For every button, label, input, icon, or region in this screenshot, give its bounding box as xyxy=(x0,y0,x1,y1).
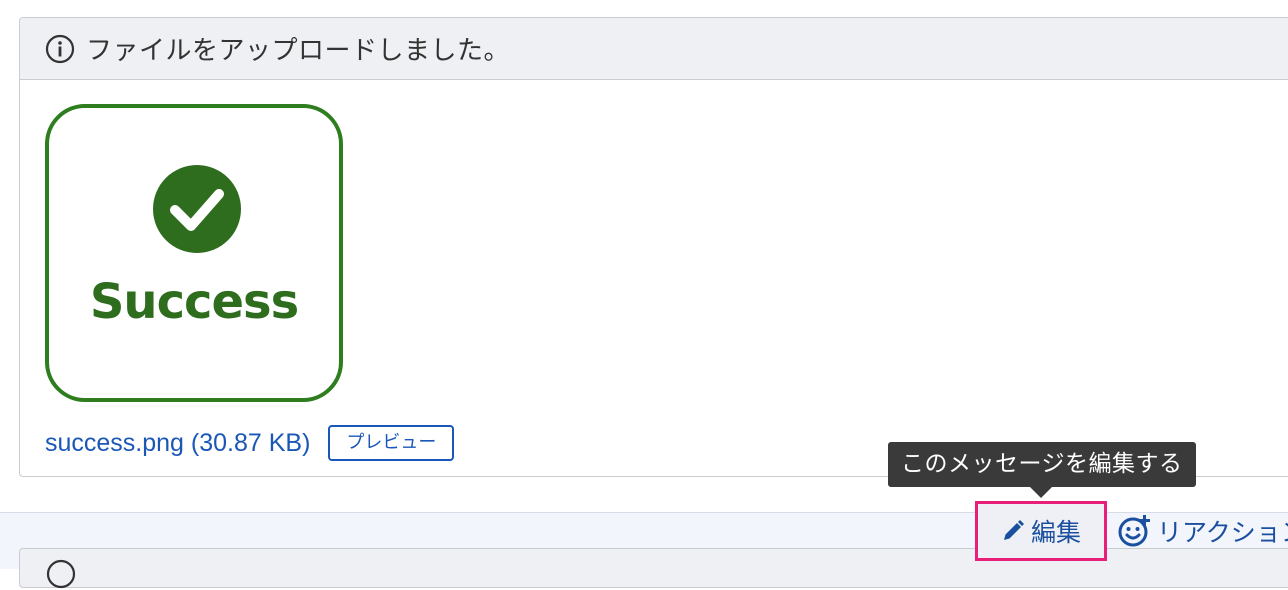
pencil-icon xyxy=(1003,520,1024,540)
add-reaction-icon xyxy=(1118,515,1150,547)
message-title: ファイルをアップロードしました。 xyxy=(86,36,511,66)
info-icon xyxy=(46,559,76,589)
file-link[interactable]: success.png (30.87 KB) xyxy=(45,429,310,458)
message-card: ファイルをアップロードしました。 Success success.png (30… xyxy=(19,17,1288,477)
info-icon xyxy=(45,34,75,63)
reaction-button[interactable]: リアクション xyxy=(1117,513,1288,549)
check-circle-icon xyxy=(153,165,241,253)
edit-label: 編集 xyxy=(1030,518,1081,547)
reaction-label: リアクション xyxy=(1157,518,1288,547)
thumbnail-text: Success xyxy=(89,274,299,330)
attachment-row: success.png (30.87 KB) プレビュー xyxy=(45,425,455,461)
preview-button[interactable]: プレビュー xyxy=(328,425,455,461)
edit-button[interactable]: 編集 xyxy=(975,501,1107,561)
attachment-thumbnail[interactable]: Success xyxy=(45,104,343,402)
tooltip-arrow xyxy=(1030,487,1052,498)
edit-tooltip: このメッセージを編集する xyxy=(888,442,1196,487)
message-header: ファイルをアップロードしました。 xyxy=(20,18,1288,80)
